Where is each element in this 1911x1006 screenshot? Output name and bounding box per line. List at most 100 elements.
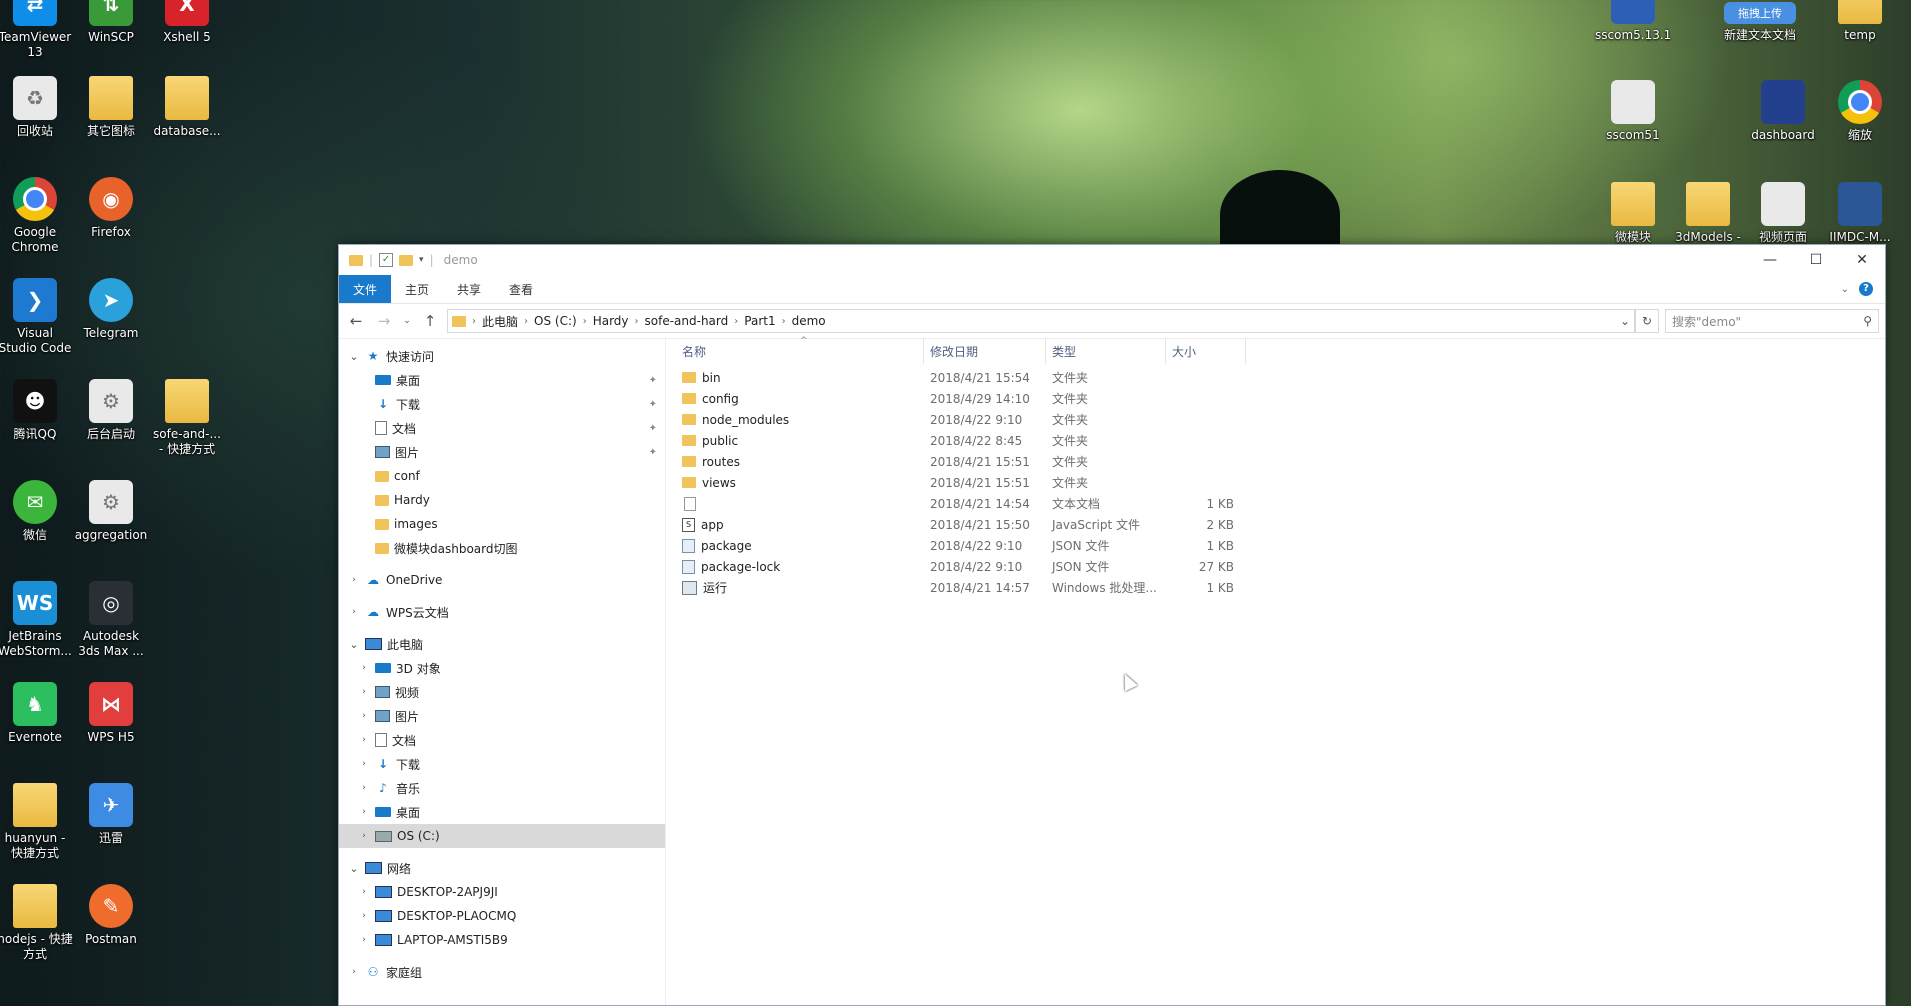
nav-quick-item[interactable]: ↓ 下载 ✦: [339, 392, 665, 416]
breadcrumb-item[interactable]: demo: [792, 314, 826, 328]
collapsed-chevron-icon[interactable]: ›: [357, 663, 371, 673]
file-row[interactable]: config 2018/4/29 14:10 文件夹: [666, 388, 1885, 409]
desktop-shortcut[interactable]: temp: [1822, 0, 1898, 43]
desktop-shortcut[interactable]: sscom51: [1595, 80, 1671, 143]
properties-icon[interactable]: ✓: [379, 253, 394, 267]
expand-ribbon-chevron-icon[interactable]: ⌄: [1841, 284, 1849, 295]
breadcrumb-item[interactable]: sofe-and-hard: [645, 314, 729, 328]
desktop-shortcut[interactable]: huanyun - 快捷方式: [0, 783, 73, 861]
desktop-shortcut[interactable]: WS JetBrains WebStorm...: [0, 581, 73, 659]
desktop-shortcut[interactable]: X Xshell 5: [149, 0, 225, 45]
close-button[interactable]: ✕: [1839, 245, 1885, 275]
expanded-chevron-icon[interactable]: ⌄: [347, 862, 361, 875]
breadcrumb-separator-icon[interactable]: ›: [524, 316, 528, 327]
file-row[interactable]: 2018/4/21 14:54 文本文档 1 KB: [666, 493, 1885, 514]
desktop-shortcut[interactable]: 3dModels -: [1670, 182, 1746, 245]
breadcrumb-item[interactable]: OS (C:): [534, 314, 577, 328]
help-icon[interactable]: ?: [1859, 282, 1873, 296]
collapsed-chevron-icon[interactable]: ›: [357, 687, 371, 697]
breadcrumb-item[interactable]: Part1: [744, 314, 775, 328]
file-row[interactable]: package-lock 2018/4/22 9:10 JSON 文件 27 KB: [666, 556, 1885, 577]
nav-onedrive[interactable]: › ☁ OneDrive: [339, 568, 665, 592]
new-folder-icon[interactable]: [399, 254, 414, 266]
desktop-shortcut[interactable]: Google Chrome: [0, 177, 73, 255]
forward-arrow-icon[interactable]: →: [373, 312, 395, 330]
tab-share[interactable]: 共享: [443, 275, 495, 303]
tab-file[interactable]: 文件: [339, 275, 392, 303]
collapsed-chevron-icon[interactable]: ›: [357, 711, 371, 721]
desktop-shortcut[interactable]: ⋈ WPS H5: [73, 682, 149, 745]
file-row[interactable]: bin 2018/4/21 15:54 文件夹: [666, 367, 1885, 388]
pin-icon[interactable]: ✦: [649, 423, 657, 434]
file-row[interactable]: views 2018/4/21 15:51 文件夹: [666, 472, 1885, 493]
nav-this-pc[interactable]: ⌄ 此电脑: [339, 632, 665, 656]
collapsed-chevron-icon[interactable]: ›: [357, 735, 371, 745]
desktop-shortcut[interactable]: 其它图标: [73, 76, 149, 139]
desktop-shortcut[interactable]: 缩放: [1822, 80, 1898, 143]
nav-quick-item[interactable]: images: [339, 512, 665, 536]
nav-pc-item[interactable]: › OS (C:): [339, 824, 665, 848]
nav-pc-item[interactable]: › 3D 对象: [339, 656, 665, 680]
collapsed-chevron-icon[interactable]: ›: [357, 783, 371, 793]
nav-quick-access[interactable]: ⌄ ★ 快速访问: [339, 344, 665, 368]
desktop-shortcut[interactable]: 微模块: [1595, 182, 1671, 245]
column-header-date[interactable]: 修改日期: [924, 338, 1046, 364]
desktop-shortcut[interactable]: ➤ Telegram: [73, 278, 149, 341]
desktop-shortcut[interactable]: 视频页面: [1745, 182, 1821, 245]
desktop-shortcut[interactable]: ◉ Firefox: [73, 177, 149, 240]
file-row[interactable]: 运行 2018/4/21 14:57 Windows 批处理... 1 KB: [666, 577, 1885, 598]
desktop-shortcut[interactable]: ♻ 回收站: [0, 76, 73, 139]
desktop-shortcut[interactable]: sofe-and-... - 快捷方式: [149, 379, 225, 457]
nav-network-computer[interactable]: › LAPTOP-AMSTI5B9: [339, 928, 665, 952]
desktop-shortcut[interactable]: 拖拽上传 新建文本文档: [1705, 0, 1815, 43]
desktop-shortcut[interactable]: ❯ Visual Studio Code: [0, 278, 73, 356]
tab-home[interactable]: 主页: [391, 275, 443, 303]
expanded-chevron-icon[interactable]: ⌄: [347, 638, 361, 651]
customize-toolbar-chevron-icon[interactable]: ▾: [419, 255, 424, 265]
desktop-shortcut[interactable]: ♞ Evernote: [0, 682, 73, 745]
column-header-name[interactable]: 名称: [666, 338, 924, 364]
search-icon[interactable]: ⚲: [1863, 314, 1872, 328]
nav-quick-item[interactable]: 微模块dashboard切图: [339, 536, 665, 560]
minimize-button[interactable]: —: [1747, 245, 1793, 275]
nav-quick-item[interactable]: 图片 ✦: [339, 440, 665, 464]
collapsed-chevron-icon[interactable]: ›: [357, 911, 371, 921]
breadcrumb-item[interactable]: 此电脑: [482, 313, 518, 330]
desktop-shortcut[interactable]: IIMDC-M...: [1822, 182, 1898, 245]
desktop-shortcut[interactable]: nodejs - 快捷方式: [0, 884, 73, 962]
up-arrow-icon[interactable]: ↑: [419, 312, 441, 330]
nav-pc-item[interactable]: › 文档: [339, 728, 665, 752]
desktop-shortcut[interactable]: ✉ 微信: [0, 480, 73, 543]
collapsed-chevron-icon[interactable]: ›: [357, 807, 371, 817]
nav-network[interactable]: ⌄ 网络: [339, 856, 665, 880]
nav-pc-item[interactable]: › 桌面: [339, 800, 665, 824]
desktop-shortcut[interactable]: ✎ Postman: [73, 884, 149, 947]
collapsed-chevron-icon[interactable]: ›: [347, 967, 361, 977]
recent-locations-chevron-icon[interactable]: ⌄: [401, 316, 413, 326]
pin-icon[interactable]: ✦: [649, 399, 657, 410]
column-header-size[interactable]: 大小: [1166, 338, 1246, 364]
desktop-shortcut[interactable]: ⇅ WinSCP: [73, 0, 149, 45]
breadcrumb-separator-icon[interactable]: ›: [635, 316, 639, 327]
back-arrow-icon[interactable]: ←: [345, 312, 367, 330]
desktop-shortcut[interactable]: ⚙ aggregation: [73, 480, 149, 543]
desktop-shortcut[interactable]: ⚙ 后台启动: [73, 379, 149, 442]
file-row[interactable]: Sapp 2018/4/21 15:50 JavaScript 文件 2 KB: [666, 514, 1885, 535]
desktop-shortcut[interactable]: ✈ 迅雷: [73, 783, 149, 846]
maximize-button[interactable]: ☐: [1793, 245, 1839, 275]
nav-homegroup[interactable]: › ⚇ 家庭组: [339, 960, 665, 984]
nav-quick-item[interactable]: conf: [339, 464, 665, 488]
search-input[interactable]: 搜索"demo" ⚲: [1665, 309, 1879, 333]
nav-network-computer[interactable]: › DESKTOP-PLAOCMQ: [339, 904, 665, 928]
collapsed-chevron-icon[interactable]: ›: [347, 575, 361, 585]
nav-quick-item[interactable]: 文档 ✦: [339, 416, 665, 440]
file-row[interactable]: routes 2018/4/21 15:51 文件夹: [666, 451, 1885, 472]
breadcrumb-separator-icon[interactable]: ›: [583, 316, 587, 327]
nav-network-computer[interactable]: › DESKTOP-2APJ9JI: [339, 880, 665, 904]
collapsed-chevron-icon[interactable]: ›: [357, 759, 371, 769]
breadcrumb-item[interactable]: Hardy: [593, 314, 629, 328]
nav-pc-item[interactable]: › 图片: [339, 704, 665, 728]
desktop-shortcut[interactable]: dashboard: [1745, 80, 1821, 143]
desktop-shortcut[interactable]: ☻ 腾讯QQ: [0, 379, 73, 442]
address-bar[interactable]: › 此电脑 › OS (C:) › Hardy › sofe-and-hard › Part1 ›…: [447, 309, 1635, 333]
